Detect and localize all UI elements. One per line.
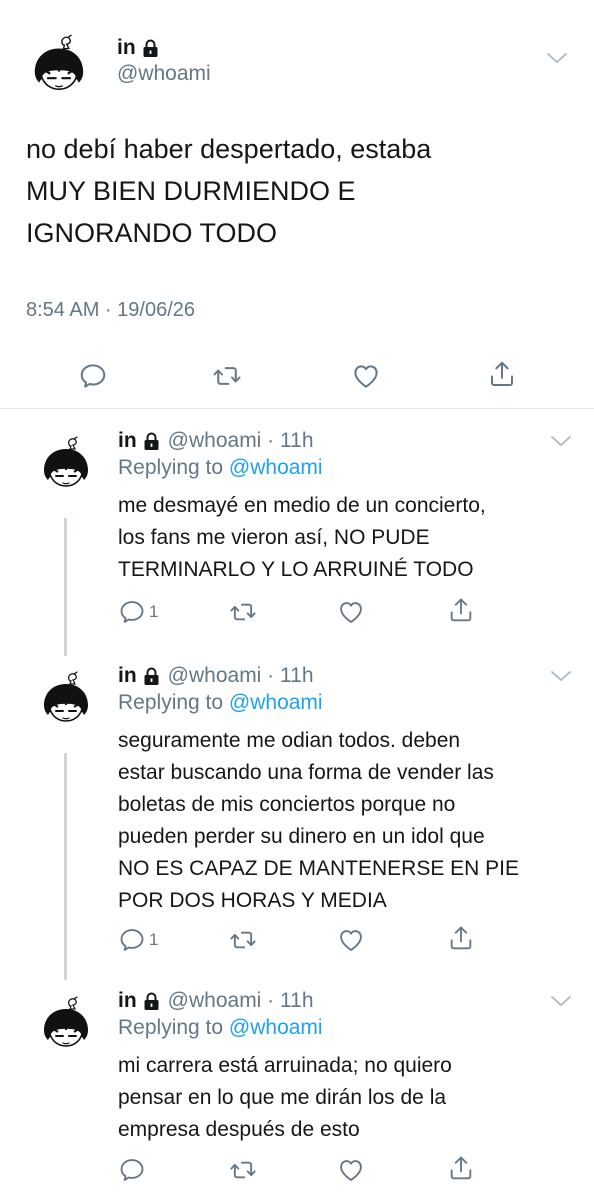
display-name[interactable]: in bbox=[118, 664, 137, 688]
retweet-button[interactable] bbox=[229, 598, 257, 626]
tweet-text-line: MUY BIEN DURMIENDO E bbox=[26, 176, 356, 206]
reply-count: 1 bbox=[149, 930, 159, 949]
like-icon bbox=[351, 361, 381, 391]
share-icon bbox=[487, 359, 517, 389]
retweet-icon bbox=[229, 1156, 257, 1184]
chevron-down-icon[interactable] bbox=[550, 994, 572, 1008]
tweet-text-line: POR DOS HORAS Y MEDIA bbox=[118, 889, 387, 912]
reply-tweet[interactable]: in @whoami · 11h Replying to @whoami seg… bbox=[0, 655, 594, 980]
replying-to-mention[interactable]: @whoami bbox=[229, 691, 323, 714]
tweet-timestamp[interactable]: 8:54 AM · 19/06/26 bbox=[26, 299, 195, 322]
replying-to: Replying to @whoami bbox=[118, 691, 323, 715]
reply-button[interactable]: 1 bbox=[118, 926, 158, 954]
author-name-row[interactable]: in @whoami · 11h bbox=[118, 989, 314, 1013]
share-button[interactable] bbox=[447, 1154, 475, 1182]
tweet-text-line: TERMINARLO Y LO ARRUINÉ TODO bbox=[118, 558, 474, 581]
replying-to-mention[interactable]: @whoami bbox=[229, 1016, 323, 1039]
tweet-text-line: pensar en lo que me dirán los de la bbox=[118, 1086, 447, 1109]
chevron-down-icon[interactable] bbox=[550, 434, 572, 448]
share-button[interactable] bbox=[447, 924, 475, 952]
tweet-text-line: IGNORANDO TODO bbox=[26, 218, 278, 248]
tweet-text-line: los fans me vieron así, NO PUDE bbox=[118, 526, 430, 549]
replying-to-mention[interactable]: @whoami bbox=[229, 456, 323, 479]
thread-line bbox=[64, 753, 67, 980]
tweet-text: seguramente me odian todos. deben estar … bbox=[118, 725, 568, 917]
handle-and-time[interactable]: @whoami · 11h bbox=[168, 989, 314, 1013]
avatar[interactable] bbox=[36, 434, 96, 494]
tweet-text-line: estar buscando una forma de vender las bbox=[118, 761, 494, 784]
share-button[interactable] bbox=[447, 596, 475, 624]
share-icon bbox=[447, 596, 475, 624]
tweet-text-line: empresa después de esto bbox=[118, 1118, 360, 1141]
like-button[interactable] bbox=[337, 1156, 365, 1184]
retweet-icon bbox=[212, 361, 242, 391]
avatar[interactable] bbox=[26, 32, 92, 98]
lock-icon bbox=[143, 667, 160, 686]
author-handle[interactable]: @whoami bbox=[117, 62, 211, 86]
chevron-down-icon[interactable] bbox=[550, 669, 572, 683]
like-icon bbox=[337, 1156, 365, 1184]
share-icon bbox=[447, 924, 475, 952]
like-button[interactable] bbox=[337, 598, 365, 626]
reply-icon bbox=[118, 598, 146, 626]
replying-to: Replying to @whoami bbox=[118, 456, 323, 480]
lock-icon bbox=[143, 432, 160, 451]
retweet-button[interactable] bbox=[229, 926, 257, 954]
author-name-row[interactable]: in bbox=[117, 36, 159, 60]
tweet-text: mi carrera está arruinada; no quiero pen… bbox=[118, 1050, 568, 1146]
replying-to-label: Replying to bbox=[118, 691, 229, 714]
author-name-row[interactable]: in @whoami · 11h bbox=[118, 664, 314, 688]
replying-to-label: Replying to bbox=[118, 1016, 229, 1039]
tweet-text-line: mi carrera está arruinada; no quiero bbox=[118, 1054, 452, 1077]
tweet-text-line: me desmayé en medio de un concierto, bbox=[118, 494, 486, 517]
reply-icon bbox=[78, 361, 108, 391]
replying-to-label: Replying to bbox=[118, 456, 229, 479]
like-icon bbox=[337, 598, 365, 626]
tweet-text: no debí haber despertado, estaba MUY BIE… bbox=[26, 128, 566, 254]
reply-button[interactable] bbox=[78, 361, 108, 391]
display-name[interactable]: in bbox=[118, 429, 137, 453]
reply-button[interactable]: 1 bbox=[118, 598, 158, 626]
reply-count: 1 bbox=[149, 602, 159, 621]
tweet-text-line: seguramente me odian todos. deben bbox=[118, 729, 461, 752]
lock-icon bbox=[143, 992, 160, 1011]
retweet-button[interactable] bbox=[229, 1156, 257, 1184]
share-button[interactable] bbox=[487, 359, 517, 389]
reply-tweet[interactable]: in @whoami · 11h Replying to @whoami me … bbox=[0, 420, 594, 656]
like-button[interactable] bbox=[351, 361, 381, 391]
tweet-text-line: no debí haber despertado, estaba bbox=[26, 134, 432, 164]
retweet-icon bbox=[229, 926, 257, 954]
tweet-text-line: NO ES CAPAZ DE MANTENERSE EN PIE bbox=[118, 857, 520, 880]
reply-button[interactable] bbox=[118, 1156, 146, 1184]
reply-icon bbox=[118, 1156, 146, 1184]
retweet-icon bbox=[229, 598, 257, 626]
handle-and-time[interactable]: @whoami · 11h bbox=[168, 664, 314, 688]
main-tweet: in @whoami no debí haber despertado, est… bbox=[0, 0, 594, 409]
chevron-down-icon[interactable] bbox=[546, 51, 568, 65]
author-name-row[interactable]: in @whoami · 11h bbox=[118, 429, 314, 453]
tweet-text-line: boletas de mis conciertos porque no bbox=[118, 793, 456, 816]
share-icon bbox=[447, 1154, 475, 1182]
tweet-text-line: pueden perder su dinero en un idol que bbox=[118, 825, 485, 848]
replying-to: Replying to @whoami bbox=[118, 1016, 323, 1040]
reply-tweet[interactable]: in @whoami · 11h Replying to @whoami mi … bbox=[0, 980, 594, 1200]
like-button[interactable] bbox=[337, 926, 365, 954]
thread-line bbox=[64, 518, 67, 656]
avatar[interactable] bbox=[36, 994, 96, 1054]
handle-and-time[interactable]: @whoami · 11h bbox=[168, 429, 314, 453]
tweet-text: me desmayé en medio de un concierto, los… bbox=[118, 490, 568, 586]
display-name[interactable]: in bbox=[118, 989, 137, 1013]
avatar[interactable] bbox=[36, 669, 96, 729]
retweet-button[interactable] bbox=[212, 361, 242, 391]
reply-icon bbox=[118, 926, 146, 954]
like-icon bbox=[337, 926, 365, 954]
lock-icon bbox=[142, 39, 159, 58]
display-name[interactable]: in bbox=[117, 36, 136, 60]
